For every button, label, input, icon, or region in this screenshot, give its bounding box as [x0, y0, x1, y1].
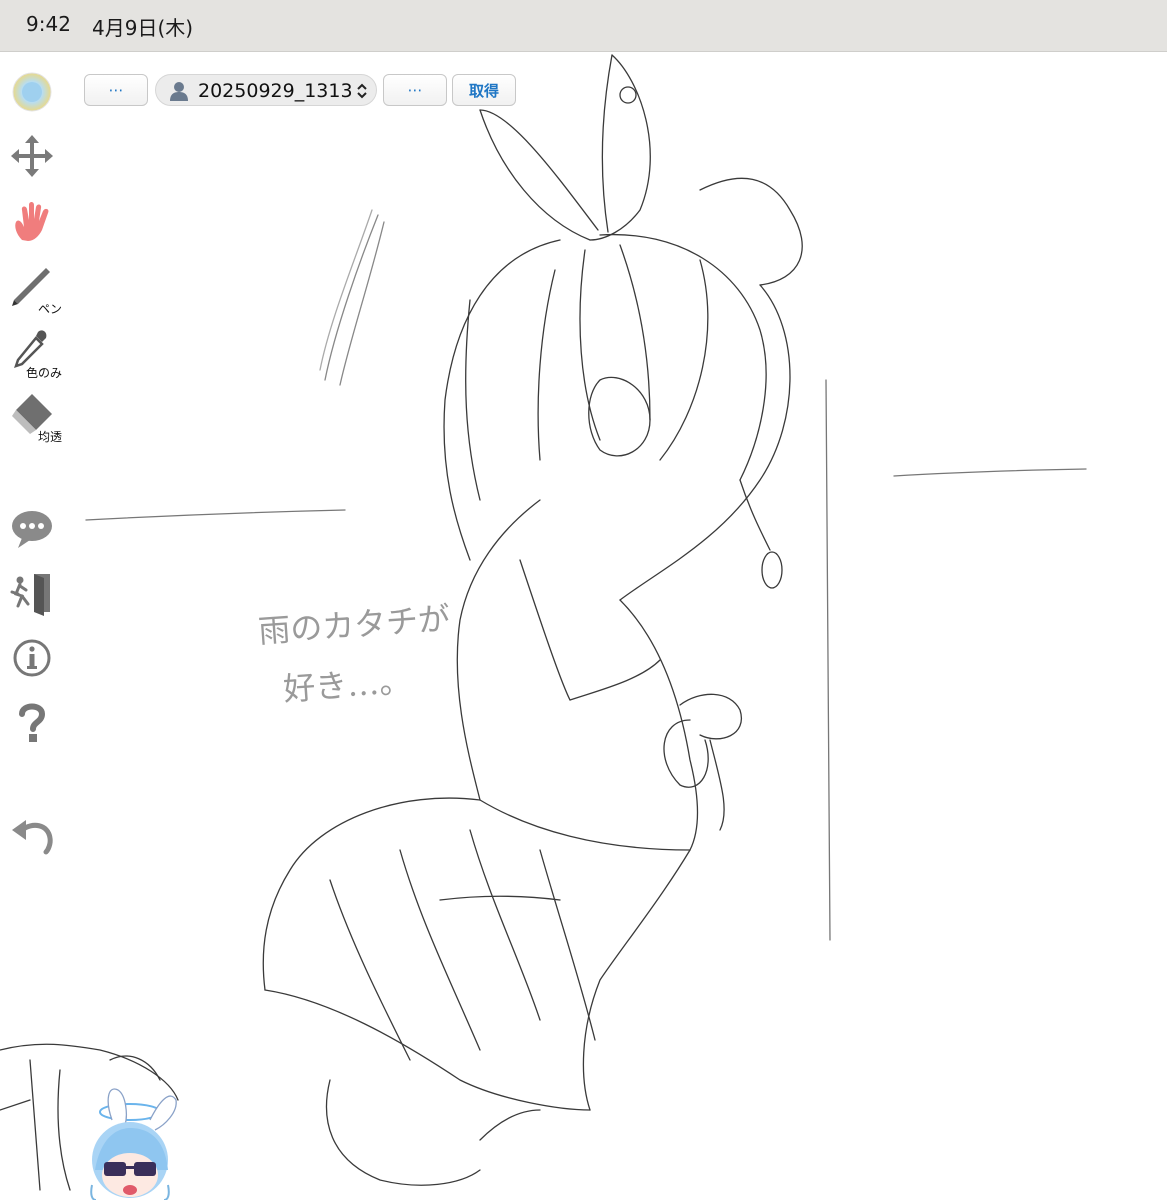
undo-arrow-icon: [12, 820, 53, 855]
move-tool-button[interactable]: [8, 132, 58, 182]
hand-tool-button[interactable]: [8, 196, 58, 246]
hand-icon: [15, 202, 49, 241]
exit-button[interactable]: [8, 570, 58, 620]
drawing-canvas[interactable]: [0, 52, 1167, 1200]
color-wheel-icon: [12, 72, 52, 112]
color-wheel-button[interactable]: [8, 68, 58, 118]
status-date: 4月9日(木): [92, 16, 194, 40]
dropper-tool-button[interactable]: 色のみ: [8, 326, 62, 380]
dropper-tool-label: 色のみ: [26, 366, 63, 380]
next-button[interactable]: ⋯: [383, 74, 447, 106]
undo-button[interactable]: [8, 810, 58, 860]
prev-label: ⋯: [108, 81, 124, 99]
eraser-tool-label: 均透: [38, 430, 63, 444]
chat-button[interactable]: [8, 506, 58, 556]
info-button[interactable]: [8, 634, 58, 684]
move-arrows-icon: [11, 135, 53, 177]
handwritten-note-line2: 好き…。: [281, 661, 413, 709]
info-icon: [13, 639, 51, 677]
help-button[interactable]: [8, 698, 58, 748]
eraser-tool-button[interactable]: 均透: [8, 390, 62, 444]
user-select-value: 20250929_1313: [198, 80, 353, 102]
pen-tool-label: ペン: [38, 302, 63, 316]
user-select[interactable]: 20250929_1313: [155, 74, 377, 106]
get-button[interactable]: 取得: [452, 74, 516, 106]
status-time: 9:42: [26, 12, 71, 36]
get-label: 取得: [468, 81, 499, 100]
chat-bubble-icon: [12, 511, 52, 548]
avatar-chibi: [90, 1088, 177, 1200]
pen-tool-button[interactable]: ペン: [8, 260, 62, 316]
chevron-updown-icon: [357, 83, 367, 99]
prev-button[interactable]: ⋯: [84, 74, 148, 106]
question-mark-icon: [19, 703, 46, 742]
status-bar: 9:42 4月9日(木): [0, 0, 1167, 52]
exit-door-icon: [10, 574, 50, 616]
next-label: ⋯: [407, 81, 423, 99]
person-icon: [170, 82, 188, 101]
